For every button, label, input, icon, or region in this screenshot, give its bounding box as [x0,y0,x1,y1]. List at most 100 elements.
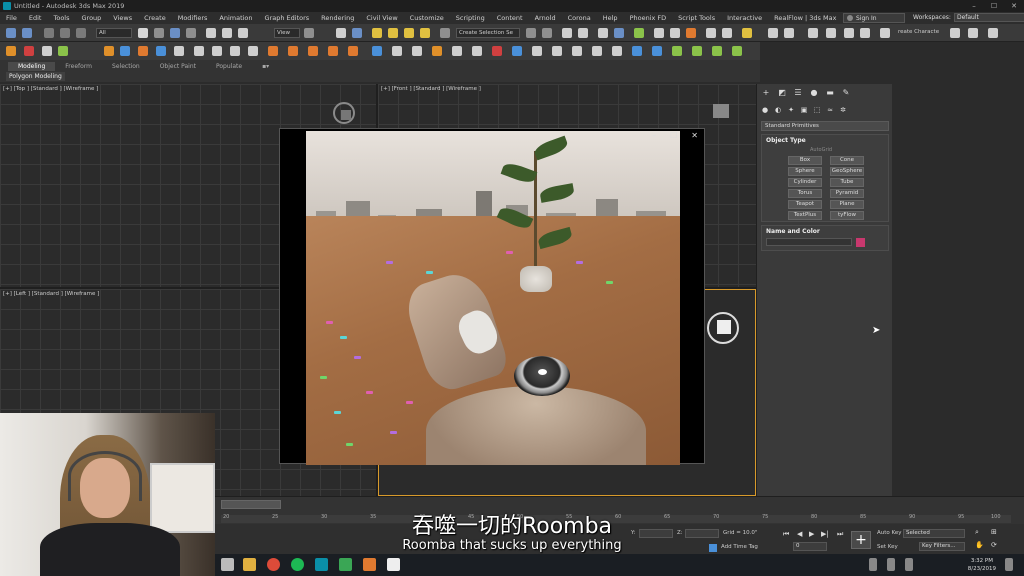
chrome-icon[interactable] [267,558,280,571]
viewport-top-label[interactable]: [+] [Top ] [Standard ] [Wireframe ] [3,86,98,92]
select-object-icon[interactable] [138,28,148,38]
align-icon[interactable] [542,28,552,38]
create-character-label[interactable]: reate Characte [896,28,944,38]
task-view-icon[interactable] [221,558,234,571]
menu-arnold[interactable]: Arnold [529,14,562,22]
teapot-button[interactable]: Teapot [788,200,822,209]
pause-icon[interactable] [212,46,222,56]
menu-content[interactable]: Content [491,14,529,22]
realflow-daemon-icon[interactable] [712,46,722,56]
name-and-color-title[interactable]: Name and Color [762,226,888,236]
primitive-category-dropdown[interactable]: Standard Primitives [761,121,889,131]
menu-civil-view[interactable]: Civil View [360,14,403,22]
water-icon[interactable] [372,46,382,56]
window-crossing-icon[interactable] [186,28,196,38]
sphere-button[interactable]: Sphere [788,167,822,176]
foam-icon[interactable] [412,46,422,56]
curve-editor-icon[interactable] [598,28,608,38]
image-minimize-button[interactable]: – [652,131,656,140]
ribbon-options-icon[interactable]: ▪▾ [252,62,279,71]
create-tab-icon[interactable]: + [761,88,771,97]
ocean-icon[interactable] [392,46,402,56]
toggle-ribbon-icon[interactable] [768,28,778,38]
realflow-mesh-icon[interactable] [672,46,682,56]
motion-tab-icon[interactable]: ● [809,88,819,97]
file-explorer-icon[interactable] [243,558,256,571]
menu-customize[interactable]: Customize [404,14,450,22]
sphere-icon[interactable] [808,28,818,38]
undo-icon[interactable] [6,28,16,38]
workspaces-select[interactable]: Default [953,13,1024,22]
rendered-image-window[interactable]: – ☐ ✕ [279,128,705,465]
stop-icon[interactable] [230,46,240,56]
bind-space-warp-icon[interactable] [76,28,86,38]
viewport-left-label[interactable]: [+] [Left ] [Standard ] [Wireframe ] [3,291,99,297]
cone-button[interactable]: Cone [830,156,864,165]
toolbar-extra3-icon[interactable] [988,28,998,38]
grid-icon[interactable] [58,46,68,56]
fluid-icon[interactable] [844,28,854,38]
tray-icon[interactable] [869,558,877,571]
3ds-max-icon[interactable] [315,558,328,571]
mirror-icon[interactable] [526,28,536,38]
liquid-icon[interactable] [156,46,166,56]
render-production-icon[interactable] [686,28,696,38]
help-icon[interactable] [592,46,602,56]
camtasia-icon[interactable] [339,558,352,571]
clapper-icon[interactable] [387,558,400,571]
open-explorer-icon[interactable] [784,28,794,38]
object-name-field[interactable] [766,238,852,246]
menu-views[interactable]: Views [107,14,138,22]
tab-modeling[interactable]: Modeling [8,62,56,71]
helpers-icon[interactable]: ⬚ [813,106,821,114]
viewport-front-label[interactable]: [+] [Front ] [Standard ] [Wireframe ] [381,86,481,92]
angle-snap-icon[interactable] [388,28,398,38]
fire-icon[interactable] [24,46,34,56]
script-icon[interactable] [860,28,870,38]
spinner-snap-icon[interactable] [420,28,430,38]
menu-scripting[interactable]: Scripting [450,14,491,22]
autogrid-checkbox[interactable]: AutoGrid [810,147,832,153]
menu-create[interactable]: Create [138,14,172,22]
shapes-icon[interactable]: ◐ [774,106,782,114]
menu-rendering[interactable]: Rendering [315,14,360,22]
polygon-modeling-label[interactable]: Polygon Modeling [6,72,65,81]
force-icon[interactable] [532,46,542,56]
rectangle-selection-icon[interactable] [170,28,180,38]
plane-button[interactable]: Plane [830,200,864,209]
close-button[interactable]: ✕ [1004,0,1024,12]
modify-tab-icon[interactable]: ◩ [777,88,787,97]
menu-file[interactable]: File [0,14,23,22]
layer-explorer-icon[interactable] [578,28,588,38]
select-by-name-icon[interactable] [154,28,164,38]
spotify-icon[interactable] [291,558,304,571]
material-editor-icon[interactable] [634,28,644,38]
wave-icon[interactable] [472,46,482,56]
pivot-icon[interactable] [304,28,314,38]
play-icon[interactable] [194,46,204,56]
edit-named-selection-icon[interactable] [440,28,450,38]
percent-snap-icon[interactable] [404,28,414,38]
display-tab-icon[interactable]: ▬ [825,88,835,97]
toolbar-extra-icon[interactable] [950,28,960,38]
wind-icon[interactable] [552,46,562,56]
menu-realflow[interactable]: RealFlow | 3ds Max [768,14,842,22]
pyramid-button[interactable]: Pyramid [830,189,864,198]
menu-interactive[interactable]: Interactive [721,14,768,22]
space-warps-icon[interactable]: ≈ [826,106,834,114]
object-color-swatch[interactable] [856,238,865,247]
realflow-emitter-icon[interactable] [692,46,702,56]
utilities-tab-icon[interactable]: ✎ [841,88,851,97]
render-setup-icon[interactable] [654,28,664,38]
fire-simulator-icon[interactable] [138,46,148,56]
text-icon[interactable] [572,46,582,56]
toolbar-extra2-icon[interactable] [968,28,978,38]
particles-icon[interactable] [174,46,184,56]
menu-edit[interactable]: Edit [23,14,48,22]
character-icon[interactable] [880,28,890,38]
tab-selection[interactable]: Selection [102,62,150,71]
textplus-button[interactable]: TextPlus [788,211,822,220]
menu-corona[interactable]: Corona [562,14,597,22]
delete-icon[interactable] [248,46,258,56]
rotate-icon[interactable] [222,28,232,38]
